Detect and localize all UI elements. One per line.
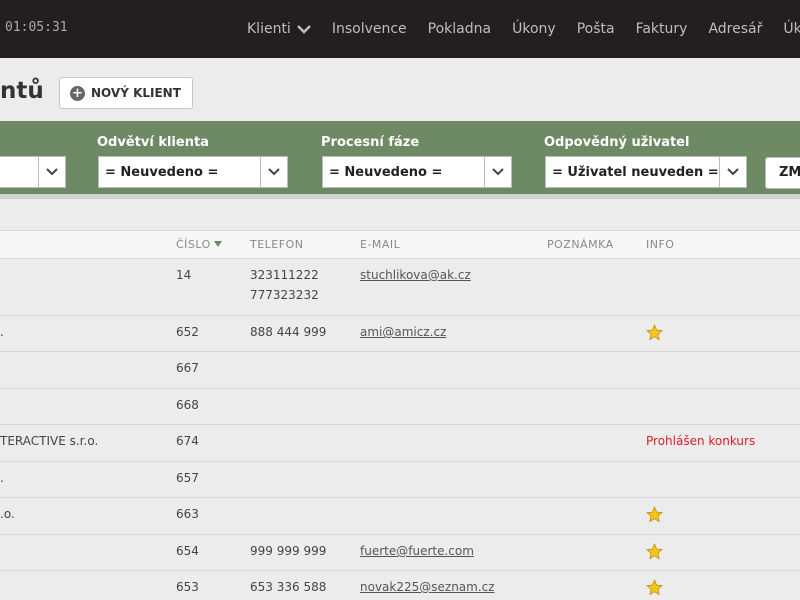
nav-adresar[interactable]: Adresář bbox=[708, 21, 762, 37]
main-nav: Klienti Insolvence Pokladna Úkony Pošta … bbox=[247, 21, 800, 37]
filter-change-button[interactable]: ZM bbox=[765, 157, 800, 189]
cell-number: 663 bbox=[176, 507, 199, 521]
table-row[interactable]: .o. 663 bbox=[0, 498, 800, 535]
nav-label: Insolvence bbox=[331, 21, 407, 37]
star-icon[interactable] bbox=[646, 324, 663, 341]
cell-number: 653 bbox=[176, 580, 199, 594]
chevron-down-icon bbox=[296, 25, 311, 34]
email-link[interactable]: fuerte@fuerte.com bbox=[360, 544, 474, 558]
nav-label: Úkony bbox=[512, 21, 556, 37]
table-row[interactable]: 667 bbox=[0, 352, 800, 389]
plus-circle-icon: + bbox=[70, 85, 85, 101]
star-icon[interactable] bbox=[646, 579, 663, 596]
nav-faktury[interactable]: Faktury bbox=[636, 21, 688, 37]
table-row[interactable]: TERACTIVE s.r.o. 674 Prohlášen konkurs bbox=[0, 425, 800, 462]
cell-number: 667 bbox=[176, 361, 199, 375]
column-number-label: ČÍSLO bbox=[176, 238, 211, 251]
top-bar: 01:05:31 Klienti Insolvence Pokladna Úko… bbox=[0, 0, 800, 58]
table-row[interactable]: . 652 888 444 999 ami@amicz.cz bbox=[0, 316, 800, 352]
nav-label: Faktury bbox=[635, 21, 688, 37]
table-row[interactable]: . 657 bbox=[0, 462, 800, 498]
cell-phone: 653 336 588 bbox=[250, 580, 327, 594]
table-row[interactable]: 14 323111222 777323232 stuchlikova@ak.cz bbox=[0, 259, 800, 316]
column-email[interactable]: E-MAIL bbox=[360, 238, 400, 251]
cell-number: 657 bbox=[176, 471, 199, 485]
cell-name: .o. bbox=[0, 507, 15, 521]
chevron-down-icon bbox=[38, 157, 65, 187]
table-header: ČÍSLO TELEFON E-MAIL POZNÁMKA INFO bbox=[0, 230, 800, 259]
cell-email: stuchlikova@ak.cz bbox=[360, 265, 471, 285]
table-body: 14 323111222 777323232 stuchlikova@ak.cz … bbox=[0, 259, 800, 600]
clock: 01:05:31 bbox=[5, 20, 68, 35]
nav-label: Úkol bbox=[783, 21, 800, 37]
cell-email: ami@amicz.cz bbox=[360, 322, 446, 342]
cell-phone: 999 999 999 bbox=[250, 544, 327, 558]
filter-select-industry[interactable]: = Neuvedeno = bbox=[98, 156, 288, 188]
phone-1: 323111222 bbox=[250, 268, 319, 282]
phone-2: 777323232 bbox=[250, 288, 319, 302]
star-icon[interactable] bbox=[646, 543, 663, 560]
cell-name: TERACTIVE s.r.o. bbox=[0, 434, 99, 448]
nav-klienti[interactable]: Klienti bbox=[247, 21, 311, 37]
column-number[interactable]: ČÍSLO bbox=[176, 238, 222, 251]
nav-pokladna[interactable]: Pokladna bbox=[428, 21, 491, 37]
nav-label: Pošta bbox=[576, 21, 615, 37]
cell-number: 654 bbox=[176, 544, 199, 558]
star-icon[interactable] bbox=[646, 506, 663, 523]
filter-bar: Odvětví klienta = Neuvedeno = Procesní f… bbox=[0, 121, 800, 199]
nav-ukony[interactable]: Úkony bbox=[512, 21, 556, 37]
column-phone[interactable]: TELEFON bbox=[250, 238, 303, 251]
filter-value: = Neuvedeno = bbox=[105, 164, 219, 180]
chevron-down-icon bbox=[719, 157, 746, 187]
cell-number: 668 bbox=[176, 398, 199, 412]
nav-label: Adresář bbox=[708, 21, 763, 37]
table-row[interactable]: 668 bbox=[0, 389, 800, 425]
cell-name: . bbox=[0, 471, 4, 485]
chevron-down-icon bbox=[260, 157, 287, 187]
cell-number: 14 bbox=[176, 268, 192, 282]
new-client-button[interactable]: + NOVÝ KLIENT bbox=[59, 77, 193, 109]
cell-info bbox=[646, 577, 663, 596]
nav-label: Pokladna bbox=[427, 21, 492, 37]
cell-phone: 888 444 999 bbox=[250, 325, 327, 339]
cell-number: 674 bbox=[176, 434, 199, 448]
filter-label-user: Odpovědný uživatel bbox=[544, 135, 690, 150]
cell-phone: 323111222 777323232 bbox=[250, 265, 319, 305]
new-client-label: NOVÝ KLIENT bbox=[91, 86, 181, 100]
page-title: ntů bbox=[0, 78, 44, 104]
cell-info bbox=[646, 504, 663, 523]
filter-select-phase[interactable]: = Neuvedeno = bbox=[322, 156, 512, 188]
filter-value: = Neuvedeno = bbox=[329, 164, 443, 180]
column-note[interactable]: POZNÁMKA bbox=[547, 238, 614, 251]
cell-email: novak225@seznam.cz bbox=[360, 577, 495, 597]
nav-insolvence[interactable]: Insolvence bbox=[332, 21, 407, 37]
column-info[interactable]: INFO bbox=[646, 238, 674, 251]
sort-desc-icon bbox=[213, 241, 222, 247]
filter-label-industry: Odvětví klienta bbox=[97, 135, 209, 150]
cell-name: . bbox=[0, 325, 4, 339]
status-badge-insolvency: Prohlášen konkurs bbox=[646, 434, 756, 448]
table-row[interactable]: 654 999 999 999 fuerte@fuerte.com bbox=[0, 535, 800, 571]
chevron-down-icon bbox=[484, 157, 511, 187]
filter-label-phase: Procesní fáze bbox=[321, 135, 420, 150]
cell-number: 652 bbox=[176, 325, 199, 339]
nav-posta[interactable]: Pošta bbox=[577, 21, 615, 37]
nav-label: Klienti bbox=[247, 21, 291, 37]
table-row[interactable]: 653 653 336 588 novak225@seznam.cz bbox=[0, 571, 800, 600]
cell-email: fuerte@fuerte.com bbox=[360, 541, 474, 561]
cell-info bbox=[646, 322, 663, 341]
filter-value: = Uživatel neuveden = bbox=[552, 164, 719, 180]
email-link[interactable]: novak225@seznam.cz bbox=[360, 580, 495, 594]
filter-select-user[interactable]: = Uživatel neuveden = bbox=[545, 156, 747, 188]
cell-info bbox=[646, 541, 663, 560]
email-link[interactable]: stuchlikova@ak.cz bbox=[360, 268, 471, 282]
filter-select-partial[interactable] bbox=[0, 156, 66, 188]
email-link[interactable]: ami@amicz.cz bbox=[360, 325, 446, 339]
nav-ukoly[interactable]: Úkol bbox=[783, 21, 800, 37]
